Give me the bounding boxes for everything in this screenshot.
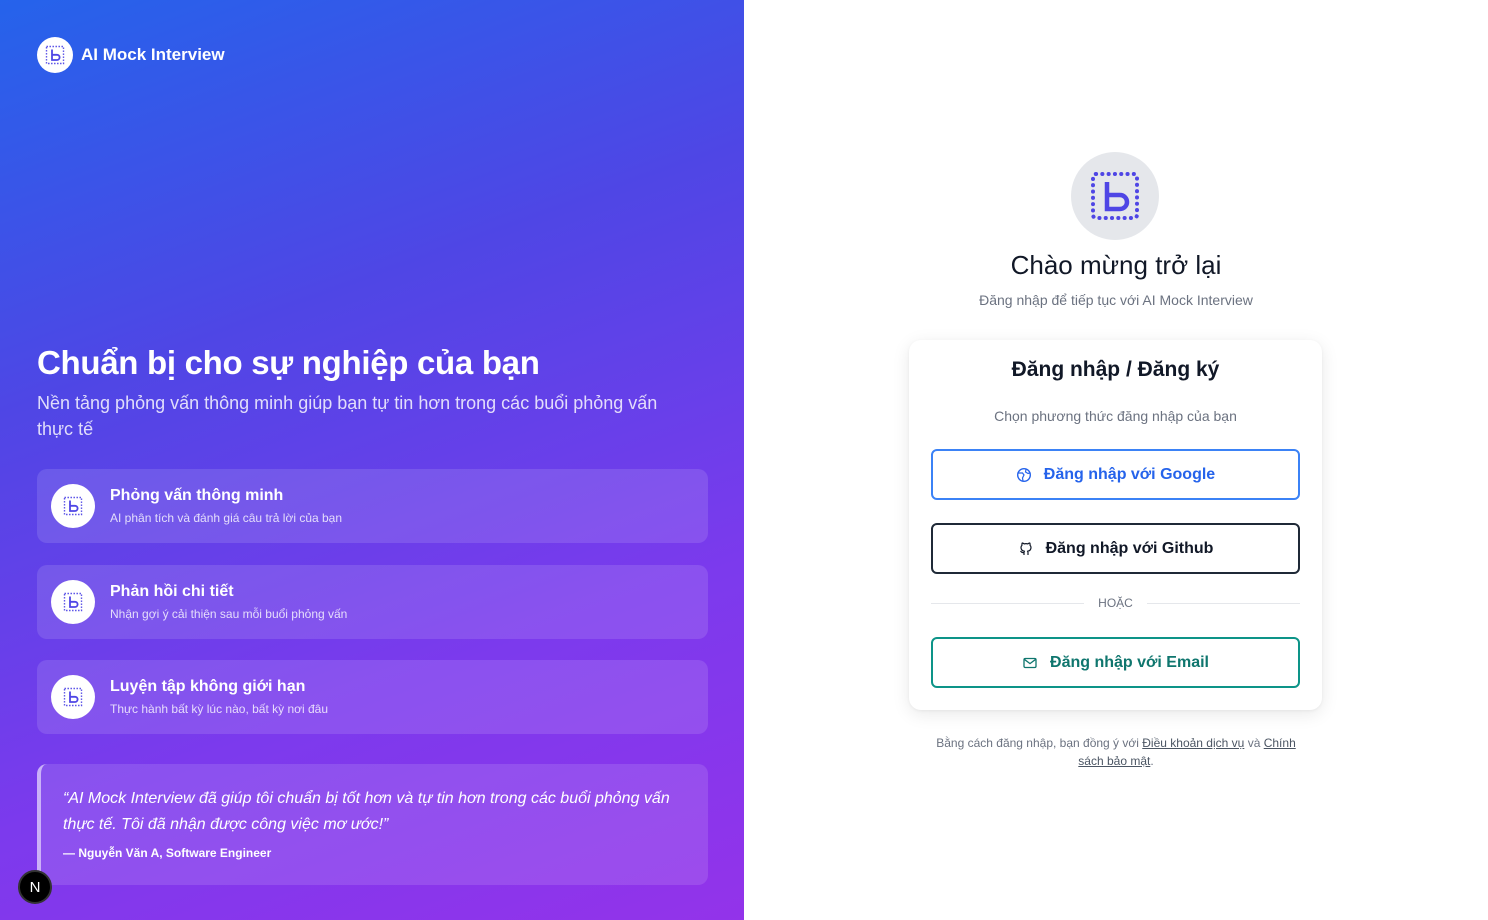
app-logo-icon xyxy=(1071,152,1159,240)
email-login-button[interactable]: Đăng nhập với Email xyxy=(931,637,1300,688)
github-login-button[interactable]: Đăng nhập với Github xyxy=(931,523,1300,574)
feature-title: Phản hồi chi tiết xyxy=(110,583,234,600)
legal-notice: Bằng cách đăng nhập, bạn đồng ý với Điều… xyxy=(934,734,1298,770)
feature-card: Phản hồi chi tiết Nhận gợi ý cải thiện s… xyxy=(37,565,708,639)
terms-of-service-link[interactable]: Điều khoản dịch vụ xyxy=(1142,736,1244,750)
testimonial: “AI Mock Interview đã giúp tôi chuẩn bị … xyxy=(37,764,708,885)
legal-and: và xyxy=(1247,736,1261,750)
feature-title: Luyện tập không giới hạn xyxy=(110,678,306,695)
feature-logo-icon xyxy=(51,580,95,624)
testimonial-author: — Nguyễn Văn A, Software Engineer xyxy=(63,846,272,860)
hero-title: Chuẩn bị cho sự nghiệp của bạn xyxy=(37,344,540,381)
feature-title: Phỏng vấn thông minh xyxy=(110,487,284,504)
hero-subtitle: Nền tảng phỏng vấn thông minh giúp bạn t… xyxy=(37,393,658,439)
google-login-label: Đăng nhập với Google xyxy=(1043,465,1216,483)
login-panel: Chào mừng trở lại Đăng nhập để tiếp tục … xyxy=(744,0,1488,920)
feature-description: AI phân tích và đánh giá câu trả lời của… xyxy=(110,511,343,525)
google-login-button[interactable]: Đăng nhập với Google xyxy=(931,449,1300,500)
mail-icon xyxy=(1023,657,1037,668)
brand[interactable]: AI Mock Interview xyxy=(37,37,225,73)
login-card: Đăng nhập / Đăng ký Chọn phương thức đăn… xyxy=(909,340,1322,710)
or-label: HOẶC xyxy=(1098,596,1133,610)
divider-line xyxy=(931,602,1085,604)
legal-suffix: . xyxy=(1150,754,1154,768)
divider-line xyxy=(1146,602,1301,604)
welcome-title: Chào mừng trở lại xyxy=(1010,250,1222,280)
brand-logo-icon xyxy=(37,37,73,73)
legal-prefix: Bằng cách đăng nhập, bạn đồng ý với xyxy=(936,736,1139,750)
or-divider: HOẶC xyxy=(931,596,1301,610)
github-login-label: Đăng nhập với Github xyxy=(1045,539,1214,557)
globe-icon xyxy=(1016,467,1031,482)
github-icon xyxy=(1019,541,1032,555)
email-login-label: Đăng nhập với Email xyxy=(1050,653,1209,671)
feature-logo-icon xyxy=(51,675,95,719)
feature-logo-icon xyxy=(51,484,95,528)
feature-card: Phỏng vấn thông minh AI phân tích và đán… xyxy=(37,469,708,543)
brand-name: AI Mock Interview xyxy=(81,45,225,64)
feature-card: Luyện tập không giới hạn Thực hành bất k… xyxy=(37,660,708,734)
testimonial-quote: “AI Mock Interview đã giúp tôi chuẩn bị … xyxy=(63,790,670,833)
feature-description: Thực hành bất kỳ lúc nào, bất kỳ nơi đâu xyxy=(110,702,329,716)
feature-description: Nhận gợi ý cải thiện sau mỗi buổi phỏng … xyxy=(110,607,348,621)
login-card-subtitle: Chọn phương thức đăng nhập của bạn xyxy=(994,408,1237,424)
welcome-subtitle: Đăng nhập để tiếp tục với AI Mock Interv… xyxy=(979,292,1253,308)
marketing-panel: AI Mock Interview Chuẩn bị cho sự nghiệp… xyxy=(0,0,744,920)
login-card-title: Đăng nhập / Đăng ký xyxy=(1011,358,1220,381)
dev-tools-badge[interactable]: N xyxy=(18,870,52,904)
